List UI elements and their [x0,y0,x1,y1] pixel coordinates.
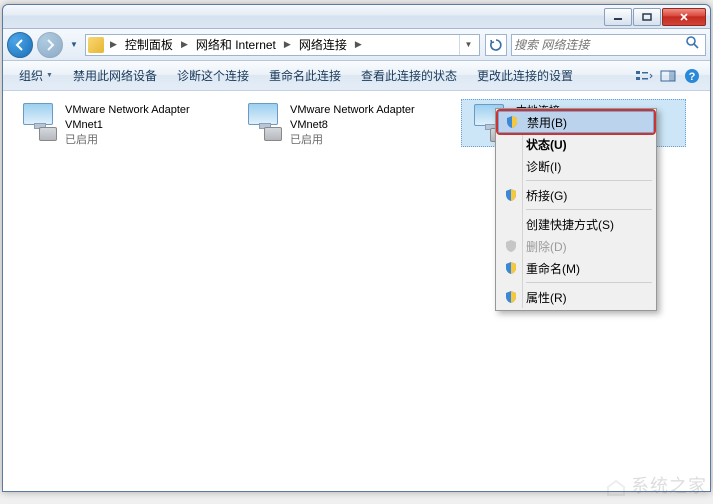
folder-icon [88,37,104,53]
shield-icon [503,289,519,305]
breadcrumb-sep[interactable]: ▶ [179,39,190,50]
ctx-properties[interactable]: 属性(R) [498,286,654,308]
preview-pane-button[interactable] [656,64,680,88]
change-settings-button[interactable]: 更改此连接的设置 [467,61,583,91]
separator [526,209,652,210]
disable-device-button[interactable]: 禁用此网络设备 [63,61,167,91]
connection-label: VMware Network Adapter VMnet1 已启用 [65,103,230,148]
connection-label: VMware Network Adapter VMnet8 已启用 [290,103,455,148]
ctx-status[interactable]: 状态(U) [498,133,654,155]
breadcrumb-sep[interactable]: ▶ [282,39,293,50]
breadcrumb-seg[interactable]: 网络和 Internet [194,36,278,53]
back-button[interactable] [7,32,33,58]
network-adapter-icon [242,103,284,141]
svg-text:?: ? [689,71,696,83]
diagnose-button[interactable]: 诊断这个连接 [167,61,259,91]
network-adapter-icon [17,103,59,141]
ctx-diagnose[interactable]: 诊断(I) [498,155,654,177]
nav-history-dropdown[interactable]: ▼ [67,35,81,55]
context-menu: 禁用(B) 状态(U) 诊断(I) 桥接(G) 创建快捷方式(S) 删除(D) … [495,108,657,311]
rename-button[interactable]: 重命名此连接 [259,61,351,91]
connection-item[interactable]: VMware Network Adapter VMnet1 已启用 [11,99,236,152]
view-status-button[interactable]: 查看此连接的状态 [351,61,467,91]
shield-icon [503,260,519,276]
shield-icon [504,114,520,130]
breadcrumb-seg[interactable]: 控制面板 [123,36,175,53]
separator [526,180,652,181]
ctx-bridge[interactable]: 桥接(G) [498,184,654,206]
breadcrumb-sep[interactable]: ▶ [353,39,364,50]
search-icon[interactable] [685,35,703,54]
titlebar [3,5,710,29]
search-box[interactable] [511,34,706,56]
close-button[interactable] [662,8,706,26]
ctx-disable[interactable]: 禁用(B) [498,111,654,133]
address-dropdown[interactable]: ▼ [459,35,477,55]
separator [526,282,652,283]
navbar: ▼ ▶ 控制面板 ▶ 网络和 Internet ▶ 网络连接 ▶ ▼ [3,29,710,61]
breadcrumb-sep[interactable]: ▶ [108,39,119,50]
forward-button[interactable] [37,32,63,58]
connection-item[interactable]: VMware Network Adapter VMnet8 已启用 [236,99,461,152]
toolbar: 组织▼ 禁用此网络设备 诊断这个连接 重命名此连接 查看此连接的状态 更改此连接… [3,61,710,91]
minimize-button[interactable] [604,8,632,26]
ctx-shortcut[interactable]: 创建快捷方式(S) [498,213,654,235]
breadcrumb-seg[interactable]: 网络连接 [297,36,349,53]
refresh-button[interactable] [485,34,507,56]
search-input[interactable] [514,38,685,52]
shield-icon [503,187,519,203]
help-button[interactable]: ? [680,64,704,88]
shield-icon [503,238,519,254]
maximize-button[interactable] [633,8,661,26]
address-bar[interactable]: ▶ 控制面板 ▶ 网络和 Internet ▶ 网络连接 ▶ ▼ [85,34,480,56]
ctx-delete: 删除(D) [498,235,654,257]
view-options-button[interactable] [632,64,656,88]
organize-menu[interactable]: 组织▼ [9,61,63,91]
ctx-rename[interactable]: 重命名(M) [498,257,654,279]
